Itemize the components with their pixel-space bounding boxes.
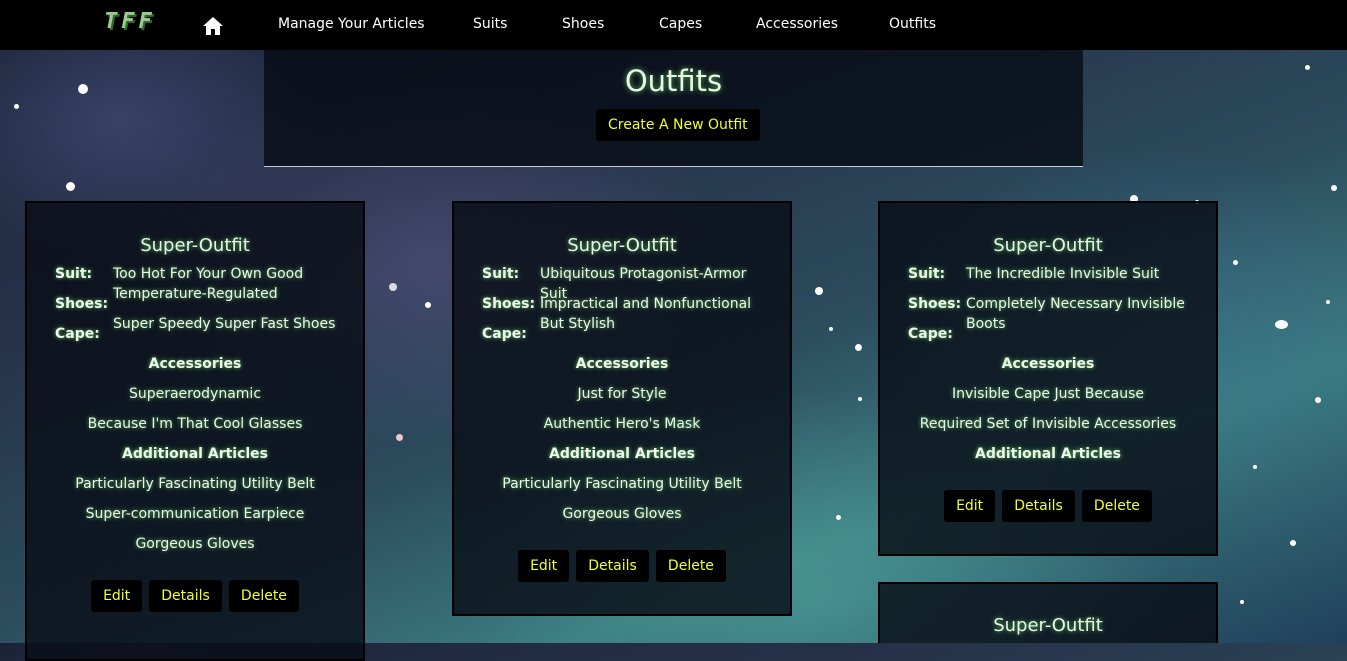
nav-shoes-link[interactable]: Shoes — [562, 16, 604, 32]
edit-button[interactable]: Edit — [944, 490, 996, 522]
shoes-value: Impractical and Nonfunctional But Stylis… — [540, 296, 752, 332]
outfit-card: Super-Outfit Suit: Too Hot For Your Own … — [25, 201, 365, 661]
accessories-heading: Accessories — [1001, 356, 1095, 372]
edit-button[interactable]: Edit — [91, 580, 143, 612]
outfit-card: Super-Outfit Suit: Ubiquitous Protagonis… — [452, 201, 792, 616]
card-actions: Edit Details Delete — [880, 490, 1216, 522]
cape-label: Cape: — [908, 326, 953, 342]
suit-label: Suit: — [908, 266, 946, 282]
additional-articles-heading: Additional Articles — [974, 446, 1122, 462]
details-button[interactable]: Details — [149, 580, 222, 612]
card-actions: Edit Details Delete — [27, 580, 363, 612]
accessory-item: Just for Style — [577, 386, 667, 402]
nav-outfits-link[interactable]: Outfits — [889, 16, 936, 32]
cape-label: Cape: — [482, 326, 527, 342]
outfit-card: Super-Outfit — [878, 582, 1218, 643]
page-title: Outfits — [624, 64, 723, 98]
edit-button[interactable]: Edit — [518, 550, 570, 582]
cape-value: Super Speedy Super Fast Shoes — [113, 316, 336, 332]
suit-value: The Incredible Invisible Suit — [966, 266, 1160, 282]
additional-articles-heading: Additional Articles — [121, 446, 269, 462]
accessory-item: Authentic Hero's Mask — [543, 416, 701, 432]
brand-logo[interactable]: TFF — [104, 9, 156, 34]
accessory-item: Superaerodynamic — [128, 386, 262, 402]
details-button[interactable]: Details — [576, 550, 649, 582]
shoes-value: Completely Necessary Invisible Boots — [966, 296, 1185, 332]
accessories-heading: Accessories — [575, 356, 669, 372]
shoes-label: Shoes: — [482, 296, 536, 312]
delete-button[interactable]: Delete — [228, 580, 299, 612]
accessory-item: Because I'm That Cool Glasses — [87, 416, 303, 432]
additional-articles-heading: Additional Articles — [548, 446, 696, 462]
outfit-card-title: Super-Outfit — [993, 235, 1103, 256]
additional-article-item: Super-communication Earpiece — [85, 506, 305, 522]
card-actions: Edit Details Delete — [454, 550, 790, 582]
nav-accessories-link[interactable]: Accessories — [756, 16, 838, 32]
delete-button[interactable]: Delete — [1081, 490, 1152, 522]
additional-article-item: Particularly Fascinating Utility Belt — [502, 476, 742, 492]
accessories-heading: Accessories — [148, 356, 242, 372]
shoes-label: Shoes: — [908, 296, 962, 312]
top-navbar: TFF Manage Your Articles Suits Shoes Cap… — [0, 0, 1347, 50]
nav-manage-articles-link[interactable]: Manage Your Articles — [278, 16, 425, 32]
accessory-item: Invisible Cape Just Because — [951, 386, 1144, 402]
suit-label: Suit: — [55, 266, 93, 282]
create-outfit-button[interactable]: Create A New Outfit — [596, 109, 760, 141]
nav-suits-link[interactable]: Suits — [473, 16, 507, 32]
suit-value: Too Hot For Your Own Good Temperature-Re… — [113, 266, 304, 302]
details-button[interactable]: Details — [1002, 490, 1075, 522]
cape-label: Cape: — [55, 326, 100, 342]
additional-article-item: Gorgeous Gloves — [135, 536, 255, 552]
outfit-card: Super-Outfit Suit: The Incredible Invisi… — [878, 201, 1218, 556]
accessory-item: Required Set of Invisible Accessories — [919, 416, 1177, 432]
additional-article-item: Particularly Fascinating Utility Belt — [75, 476, 315, 492]
suit-label: Suit: — [482, 266, 520, 282]
shoes-label: Shoes: — [55, 296, 109, 312]
delete-button[interactable]: Delete — [655, 550, 726, 582]
home-icon[interactable] — [202, 15, 224, 37]
outfit-card-title: Super-Outfit — [140, 235, 250, 256]
additional-article-item: Gorgeous Gloves — [562, 506, 682, 522]
outfit-card-title: Super-Outfit — [567, 235, 677, 256]
outfit-card-title: Super-Outfit — [993, 615, 1103, 636]
nav-capes-link[interactable]: Capes — [659, 16, 702, 32]
